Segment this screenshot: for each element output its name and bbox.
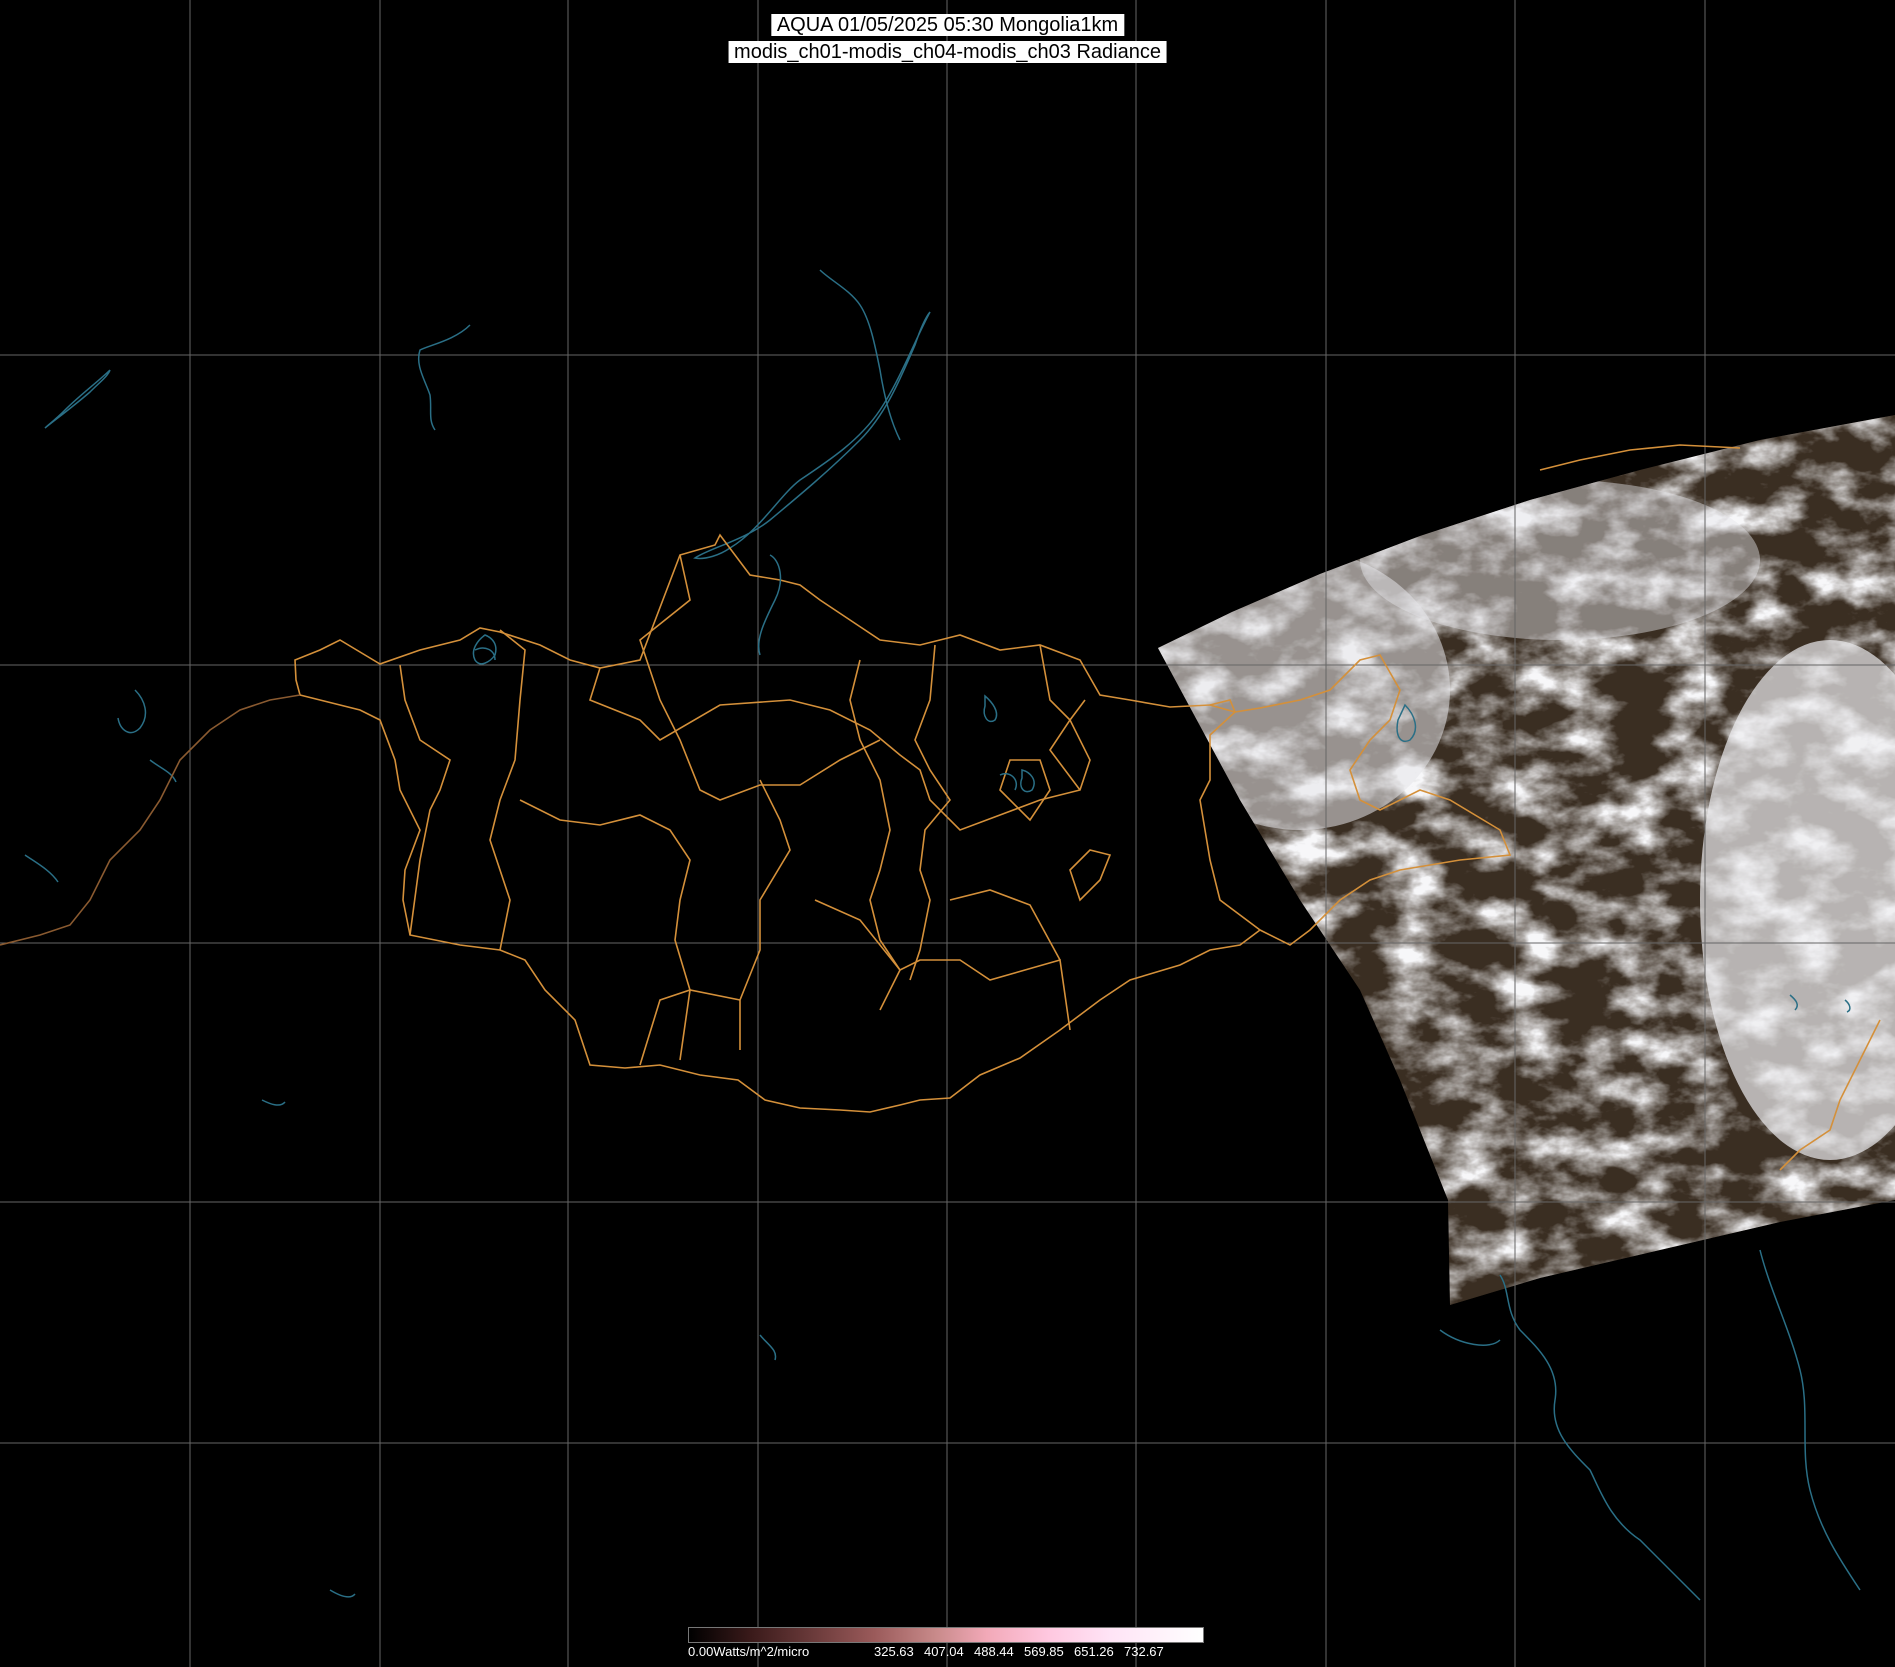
colorbar-tick: 732.67: [1124, 1644, 1164, 1659]
colorbar-tick: 651.26: [1074, 1644, 1114, 1659]
colorbar-tick: 325.63: [874, 1644, 914, 1659]
image-subtitle: modis_ch01-modis_ch04-modis_ch03 Radianc…: [728, 41, 1167, 63]
colorbar-tick: 488.44: [974, 1644, 1014, 1659]
colorbar-strip: [688, 1627, 1204, 1643]
colorbar-legend: 0.00Watts/m^2/micro 325.63 407.04 488.44…: [688, 1627, 1204, 1665]
image-title: AQUA 01/05/2025 05:30 Mongolia1km: [770, 14, 1125, 36]
satellite-map: [0, 0, 1895, 1667]
colorbar-labels: 0.00Watts/m^2/micro 325.63 407.04 488.44…: [688, 1643, 1204, 1663]
colorbar-tick: 569.85: [1024, 1644, 1064, 1659]
satellite-swath: [1158, 415, 1895, 1305]
colorbar-tick: 407.04: [924, 1644, 964, 1659]
colorbar-unit-label: 0.00Watts/m^2/micro: [688, 1644, 810, 1659]
